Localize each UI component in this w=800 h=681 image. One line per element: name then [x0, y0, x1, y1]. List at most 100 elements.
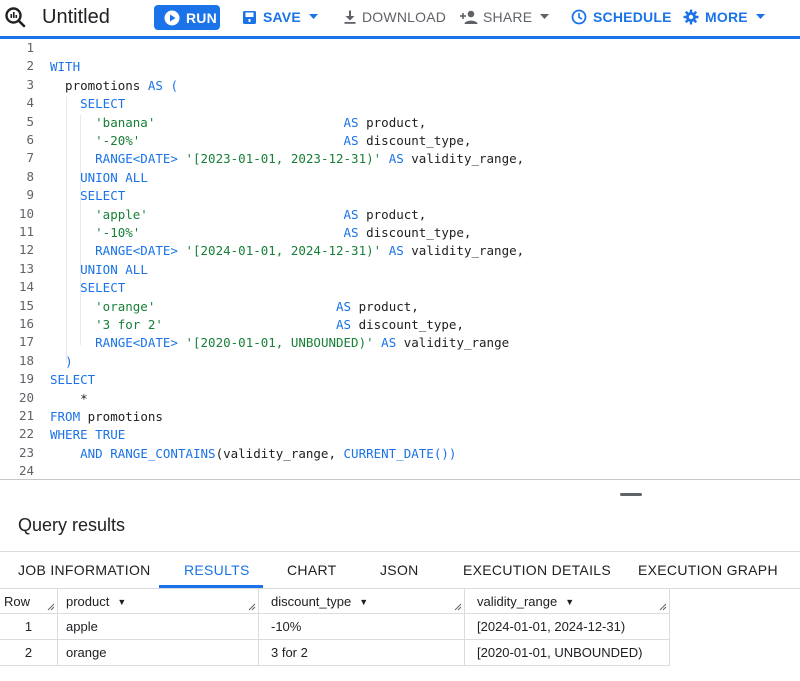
cell-validity-range[interactable]: [2024-01-01, 2024-12-31)	[465, 614, 670, 640]
sql-keyword: AS	[343, 225, 359, 240]
editor-divider	[0, 479, 800, 480]
sql-keyword: CURRENT_DATE	[343, 445, 434, 461]
tab-chart[interactable]: CHART	[287, 552, 336, 589]
column-resize-icon[interactable]	[47, 603, 55, 611]
code-line[interactable]: SELECT	[50, 279, 125, 297]
sql-keyword: SELECT	[80, 280, 126, 296]
code-line[interactable]: SELECT	[50, 187, 125, 205]
results-title: Query results	[18, 515, 126, 535]
code-line[interactable]: WHERE TRUE	[50, 426, 125, 444]
resize-handle[interactable]	[620, 493, 642, 496]
code-line[interactable]: UNION ALL	[50, 169, 148, 187]
sort-down-icon[interactable]: ▼	[565, 590, 574, 615]
line-number: 10	[18, 205, 34, 221]
code-line[interactable]: 'orange' AS product,	[50, 298, 419, 316]
results-tabs: JOB INFORMATION RESULTS CHART JSON EXECU…	[0, 551, 800, 589]
tab-results[interactable]: RESULTS	[184, 552, 250, 589]
sql-text: discount_type,	[358, 225, 472, 240]
sql-keyword: TRUE	[95, 427, 126, 443]
column-resize-icon[interactable]	[659, 603, 667, 611]
table-header: Row product ▼ discount_type ▼ validity_ran…	[0, 589, 670, 614]
person-add-icon	[459, 9, 479, 25]
table-row[interactable]: 1 apple -10% [2024-01-01, 2024-12-31)	[0, 614, 670, 640]
code-line[interactable]: RANGE<DATE> '[2023-01-01, 2023-12-31)' A…	[50, 150, 524, 168]
code-line[interactable]: UNION ALL	[50, 261, 148, 279]
cell-discount-type[interactable]: 3 for 2	[259, 640, 465, 666]
column-header-validity-range[interactable]: validity_range ▼	[465, 589, 670, 614]
tab-json[interactable]: JSON	[380, 552, 419, 589]
code-line[interactable]: FROM promotions	[50, 408, 163, 426]
save-button[interactable]: SAVE	[242, 5, 318, 29]
tab-execution-graph[interactable]: EXECUTION GRAPH	[638, 552, 778, 589]
line-number: 18	[18, 352, 34, 368]
sql-keyword: AS	[335, 317, 352, 332]
line-number: 24	[18, 463, 34, 479]
tab-execution-details[interactable]: EXECUTION DETAILS	[463, 552, 611, 589]
sort-down-icon[interactable]: ▼	[359, 590, 368, 615]
code-line[interactable]: '-10%' AS discount_type,	[50, 224, 471, 242]
code-line[interactable]: RANGE<DATE> '[2020-01-01, UNBOUNDED)' AS…	[50, 334, 509, 352]
code-line[interactable]: RANGE<DATE> '[2024-01-01, 2024-12-31)' A…	[50, 242, 524, 260]
sort-down-icon[interactable]: ▼	[117, 590, 126, 615]
cell-product[interactable]: orange	[58, 640, 259, 666]
code-line[interactable]: '-20%' AS discount_type,	[50, 132, 471, 150]
code-line[interactable]: SELECT	[50, 371, 95, 389]
code-line[interactable]: WITH	[50, 58, 80, 76]
sql-string: 'orange'	[95, 298, 156, 314]
schedule-button[interactable]: SCHEDULE	[571, 5, 672, 29]
sql-string: '3 for 2'	[95, 317, 163, 332]
cell-discount-type[interactable]: -10%	[259, 614, 465, 640]
line-number: 8	[26, 168, 34, 184]
sql-keyword: AS	[388, 151, 404, 167]
run-button[interactable]: RUN	[154, 5, 220, 30]
share-label: SHARE	[483, 9, 533, 25]
query-title[interactable]: Untitled	[42, 6, 110, 29]
sql-keyword: (	[170, 77, 178, 93]
sql-text: validity_range,	[403, 151, 525, 167]
code-line[interactable]: AND RANGE_CONTAINS(validity_range, CURRE…	[50, 445, 456, 463]
save-label: SAVE	[263, 9, 301, 25]
share-button[interactable]: SHARE	[459, 5, 550, 29]
sql-keyword: AS	[381, 335, 397, 351]
play-circle-icon	[164, 10, 180, 26]
code-line[interactable]: 'apple' AS product,	[50, 206, 426, 224]
column-header-row: Row	[0, 589, 58, 614]
sql-text: validity_range,	[403, 243, 525, 259]
cell-validity-range[interactable]: [2020-01-01, UNBOUNDED)	[465, 640, 670, 666]
sql-string: '-20%'	[95, 133, 141, 148]
code-line[interactable]: *	[50, 390, 88, 408]
tab-job-information[interactable]: JOB INFORMATION	[18, 552, 151, 589]
download-button[interactable]: DOWNLOAD	[342, 5, 446, 29]
column-header-product[interactable]: product ▼	[58, 589, 259, 614]
chevron-down-icon	[755, 14, 765, 20]
line-number: 14	[18, 279, 34, 295]
sql-keyword: AS	[343, 133, 359, 148]
sql-string: 'banana'	[95, 114, 156, 130]
code-line[interactable]: SELECT	[50, 95, 125, 113]
sql-keyword: AS	[147, 77, 163, 93]
more-button[interactable]: MORE	[683, 5, 765, 29]
sql-keyword: SELECT	[80, 96, 126, 112]
column-header-discount-type[interactable]: discount_type ▼	[259, 589, 465, 614]
line-number: 15	[18, 297, 34, 313]
cell-product[interactable]: apple	[58, 614, 259, 640]
code-line[interactable]: )	[50, 353, 73, 371]
code-line[interactable]: 'banana' AS product,	[50, 114, 426, 132]
column-resize-icon[interactable]	[248, 603, 256, 611]
code-line[interactable]: '3 for 2' AS discount_type,	[50, 316, 464, 334]
code-line[interactable]: promotions AS (	[50, 77, 178, 95]
table-row[interactable]: 2 orange 3 for 2 [2020-01-01, UNBOUNDED)	[0, 640, 670, 666]
column-resize-icon[interactable]	[454, 603, 462, 611]
line-number: 3	[26, 76, 34, 92]
sql-editor[interactable]: 1 2 3 4 5 6 7 8 9 10 11 12 13 14 15 16 17 18 19 20 21 22 23 24 …	[0, 39, 800, 479]
